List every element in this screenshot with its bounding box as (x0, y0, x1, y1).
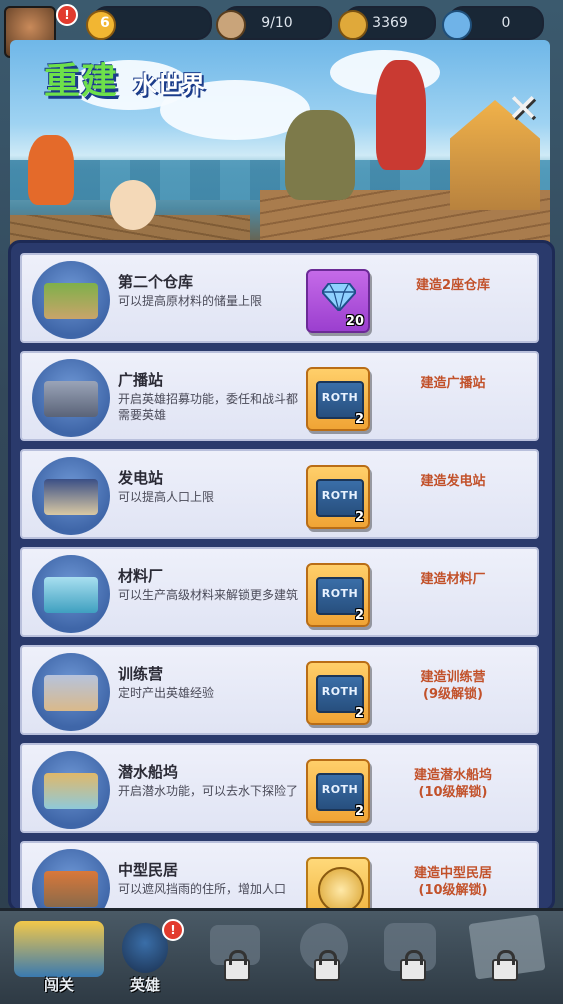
alert-badge-icon: ! (162, 919, 184, 941)
diamond-icon (442, 10, 472, 40)
tab-gear[interactable] (280, 917, 370, 1001)
cost-amount: 2 (354, 608, 364, 623)
tab-label: 英雄 (129, 976, 160, 994)
building-desc: 开启潜水功能，可以去水下探险了 (118, 784, 299, 798)
coin-display: 3369 (338, 6, 436, 40)
action-label: 建造发电站 (420, 474, 486, 489)
building-name: 发电站 (118, 469, 164, 487)
tab-fight[interactable] (366, 917, 456, 1001)
character-bald (110, 180, 156, 230)
close-button[interactable]: ✕ (505, 89, 541, 127)
tab-backpack[interactable] (190, 917, 280, 1001)
unlock-requirement: (10级解锁) (418, 785, 488, 800)
lock-icon (224, 950, 250, 981)
tab-hero[interactable]: ! 英雄 (100, 917, 190, 1001)
gem-value: 0 (501, 15, 511, 31)
cost-gem-button[interactable]: 20 (306, 269, 370, 333)
cost-amount: 2 (354, 412, 364, 427)
dive-dock-icon (32, 751, 110, 829)
build-button[interactable]: 建造训练营 (9级解锁) (372, 669, 534, 703)
diamond-icon (322, 283, 356, 311)
bottom-nav: 闯关 ! 英雄 (0, 908, 563, 1004)
action-label: 建造中型民居 (413, 866, 492, 881)
character-crouching (285, 110, 355, 200)
build-button[interactable]: 建造广播站 (372, 375, 534, 392)
building-name: 广播站 (118, 371, 164, 389)
coin-icon (338, 10, 368, 40)
building-name: 中型民居 (118, 861, 179, 879)
building-desc: 可以提高原材料的储量上限 (118, 294, 263, 308)
action-label: 建造潜水船坞 (413, 768, 492, 783)
action-label: 建造材料厂 (420, 572, 486, 587)
build-button[interactable]: 建造中型民居 (10级解锁) (372, 865, 534, 899)
building-list-panel[interactable]: 第二个仓库 可以提高原材料的储量上限 20 建造2座仓库 广播站 开启英雄招募功… (8, 240, 555, 912)
level-display: 6 (86, 6, 212, 40)
building-desc: 开启英雄招募功能，委任和战斗都需要英雄 (118, 392, 299, 422)
close-x-icon: ✕ (507, 86, 539, 130)
list-item: 发电站 可以提高人口上限 ROTH 2 建造发电站 (20, 449, 539, 539)
cost-card-button[interactable]: ROTH 2 (306, 661, 370, 725)
cost-card-button[interactable]: ROTH 2 (306, 563, 370, 627)
build-button[interactable]: 建造潜水船坞 (10级解锁) (372, 767, 534, 801)
building-desc: 定时产出英雄经验 (118, 686, 215, 700)
cost-amount: 2 (354, 510, 364, 525)
character-orange-shirt (28, 135, 74, 205)
title-main: 重建 (44, 61, 119, 102)
building-desc: 可以遮风挡雨的住所，增加人口 (118, 882, 287, 896)
tab-map[interactable] (452, 914, 558, 1001)
lock-icon (492, 950, 518, 981)
building-name: 材料厂 (118, 567, 164, 585)
cost-card-button[interactable]: ROTH 2 (306, 367, 370, 431)
lock-icon (400, 950, 426, 981)
build-button[interactable]: 建造2座仓库 (372, 277, 534, 294)
ship-bang-icon (14, 921, 104, 977)
list-item: 中型民居 可以遮风挡雨的住所，增加人口 建造中型民居 (10级解锁) (20, 841, 539, 909)
list-item: 材料厂 可以生产高级材料来解锁更多建筑 ROTH 2 建造材料厂 (20, 547, 539, 637)
unlock-requirement: (10级解锁) (418, 883, 488, 898)
tab-stage[interactable]: 闯关 (4, 917, 114, 1001)
list-item: 潜水船坞 开启潜水功能，可以去水下探险了 ROTH 2 建造潜水船坞 (10级解… (20, 743, 539, 833)
alert-badge-icon: ! (56, 4, 78, 26)
coin-icon (318, 867, 364, 909)
population-icon (216, 10, 246, 40)
tab-label: 闯关 (43, 976, 74, 994)
unlock-requirement: (9级解锁) (423, 687, 483, 702)
material-factory-icon (32, 555, 110, 633)
coin-value: 3369 (372, 15, 408, 31)
list-item: 第二个仓库 可以提高原材料的储量上限 20 建造2座仓库 (20, 253, 539, 343)
lock-icon (314, 950, 340, 981)
training-camp-icon (32, 653, 110, 731)
cost-amount: 20 (345, 314, 364, 329)
character-red-shirt (376, 60, 426, 170)
cost-amount: 2 (354, 804, 364, 819)
building-name: 第二个仓库 (118, 273, 194, 291)
building-desc: 可以提高人口上限 (118, 490, 215, 504)
action-label: 建造2座仓库 (415, 278, 491, 293)
population-value: 9/10 (261, 15, 293, 31)
action-label: 建造训练营 (420, 670, 486, 685)
action-label: 建造广播站 (420, 376, 486, 391)
radio-station-icon (32, 359, 110, 437)
building-desc: 可以生产高级材料来解锁更多建筑 (118, 588, 299, 602)
warehouse-icon (32, 261, 110, 339)
list-item: 广播站 开启英雄招募功能，委任和战斗都需要英雄 ROTH 2 建造广播站 (20, 351, 539, 441)
power-station-icon (32, 457, 110, 535)
building-name: 训练营 (118, 665, 164, 683)
title-sub: 水世界 (133, 71, 205, 99)
cost-coin-button[interactable] (306, 857, 370, 909)
cost-card-button[interactable]: ROTH 2 (306, 759, 370, 823)
population-display: 9/10 (216, 6, 332, 40)
medium-house-icon (32, 849, 110, 909)
building-name: 潜水船坞 (118, 763, 179, 781)
gem-display: 0 (442, 6, 544, 40)
build-button[interactable]: 建造材料厂 (372, 571, 534, 588)
build-button[interactable]: 建造发电站 (372, 473, 534, 490)
cost-amount: 2 (354, 706, 364, 721)
cost-card-button[interactable]: ROTH 2 (306, 465, 370, 529)
level-value: 6 (100, 15, 110, 31)
list-item: 训练营 定时产出英雄经验 ROTH 2 建造训练营 (9级解锁) (20, 645, 539, 735)
